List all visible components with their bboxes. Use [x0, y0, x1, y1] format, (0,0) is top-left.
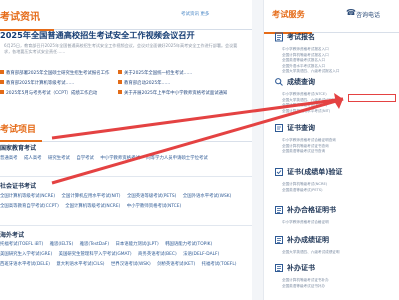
service-section: 考试服务 ☎ 咨询电话 考试报名 中小学教师资格考试报名入口 全国计算机等级考试…	[263, 0, 399, 300]
service-verification-label: 证书(成绩单)验证	[287, 168, 343, 176]
service-link[interactable]: 全国英语等级考试证书查询	[282, 149, 398, 155]
reissue-certificate-icon	[275, 206, 283, 214]
news-header: 考试资讯 考试资讯 更多	[0, 8, 252, 31]
exam-link[interactable]: 剑桥英语考试(KET)	[157, 262, 195, 267]
exam-link[interactable]: 美国研究生入学考试(GRE)	[0, 252, 52, 257]
exam-link[interactable]: 韩国语能力考试(TOPIK)	[165, 242, 212, 247]
news-item[interactable]: 关于2025年全国统一招生考试……	[118, 70, 192, 78]
consult-phone-link[interactable]: 咨询电话	[356, 10, 380, 19]
news-list: 教育部部署2025年全国硕士研究生招生考试报名工作 教育部2025年计算机等级考…	[0, 70, 252, 118]
service-link[interactable]: 全国英语等级考试(PETS)	[282, 188, 398, 194]
certificate-icon	[275, 264, 283, 272]
exam-link[interactable]: 同等学力人员申请硕士学位考试	[146, 156, 207, 161]
exam-link[interactable]: 雅思(IELTS)	[50, 242, 74, 247]
news-item[interactable]: 关于开展2025年上半年中小学教师资格考试面试通知	[118, 90, 227, 98]
service-link[interactable]: 全国英语等级考试证书补办	[282, 284, 398, 290]
exam-link[interactable]: 托福考试(TOEFL)	[202, 262, 237, 267]
certificate-icon	[275, 124, 283, 132]
exam-link[interactable]: 日本语能力测试(JLPT)	[115, 242, 158, 247]
exam-link[interactable]: 中小学教师资格考试(NTCE)	[127, 204, 182, 209]
group-separator	[0, 225, 252, 226]
service-certificate-query-label: 证书查询	[287, 124, 315, 132]
phone-icon: ☎	[346, 8, 356, 17]
service-reissue-certificate-2-label: 补办证书	[287, 264, 315, 272]
group-separator	[0, 176, 252, 177]
news-item[interactable]: 教育部2025年计算机等级考试……	[0, 80, 74, 88]
exam-link[interactable]: 托福考试(TOEFL iBT)	[0, 242, 43, 247]
service-verification-links: 全国计算机等级考试(NCRE) 全国英语等级考试(PETS)	[282, 182, 398, 193]
bullet-icon	[0, 90, 4, 94]
service-registration-label: 考试报名	[287, 33, 315, 41]
service-reissue-score-label: 补办成绩证明	[287, 236, 329, 244]
service-reissue-certificate-links: 中小学教师资格考试合格证明	[282, 220, 398, 226]
service-registration-links: 中小学教师资格考试报名入口 全国计算机等级考试报名入口 全国英语等级考试报名入口…	[282, 47, 398, 75]
exam-link[interactable]: 全国计算机等级考试(NCRE)	[0, 194, 55, 199]
group-list-national: 普通高考 成人高考 研究生考试 自学考试 中小学教师资格考试 同等学力人员申请硕…	[0, 154, 252, 164]
news-item[interactable]: 教育部启动2025年……	[118, 80, 170, 88]
exam-link[interactable]: 西班牙语水平考试(DELE)	[0, 262, 50, 267]
bullet-icon	[118, 80, 122, 84]
exam-projects-section: 考试项目 国家教育考试 普通高考 成人高考 研究生考试 自学考试 中小学教师资格…	[0, 122, 252, 300]
document-icon	[275, 32, 283, 42]
group-list-social: 全国计算机等级考试(NCRE) 全国计算机应用水平考试(NIT) 全国英语等级考…	[0, 192, 252, 212]
exam-link[interactable]: 全国高等教育自学考试(CCPT)	[0, 204, 59, 209]
verify-icon	[275, 168, 283, 176]
group-list-overseas: 托福考试(TOEFL iBT) 雅思(IELTS) 雅思(TestDaF) 日本…	[0, 240, 252, 270]
service-score-query-label: 成绩查询	[287, 78, 315, 86]
service-link[interactable]: 全国计算机应用水平考试(NIT)	[282, 109, 398, 115]
exam-link[interactable]: 全国英语等级考试(PETS)	[127, 194, 176, 199]
bullet-icon	[118, 70, 122, 74]
exam-link[interactable]: 研究生考试	[48, 156, 70, 161]
exam-link[interactable]: 意大利语水平考试(CILS)	[56, 262, 104, 267]
exam-link[interactable]: 世界汉语考试(WSK)	[111, 262, 151, 267]
exam-link[interactable]: 中小学教师资格考试	[100, 156, 140, 161]
service-title: 考试服务	[272, 9, 305, 19]
group-title-national: 国家教育考试	[0, 145, 37, 152]
exam-link[interactable]: 全国外语水平考试(WSK)	[183, 194, 232, 199]
news-title: 考试资讯	[0, 12, 40, 23]
service-link[interactable]: 全国大学英语四、六级考试成绩证明	[282, 250, 398, 256]
exam-link[interactable]: 全国计算机应用水平考试(NIT)	[62, 194, 121, 199]
exam-link[interactable]: 法语(DELF-DALF)	[183, 252, 219, 257]
exam-divider-accent	[0, 140, 42, 142]
news-summary: 6月25日，教育部召开2025年全国普通高校招生考试安全工作视频会议，会议对全面…	[4, 43, 238, 54]
news-item[interactable]: 2025年5月与考务考试（CCPT）成绩工作启动	[0, 90, 97, 98]
highlight-box	[348, 94, 396, 102]
bullet-icon	[118, 90, 122, 94]
news-section: 考试资讯 考试资讯 更多 2025年全国普通高校招生考试安全工作视频会议召开 6…	[0, 0, 252, 123]
exam-link[interactable]: 普通高考	[0, 156, 18, 161]
news-more-link[interactable]: 考试资讯 更多	[181, 11, 209, 17]
group-title-overseas: 海外考试	[0, 232, 25, 239]
service-link[interactable]: 全国大学英语四、六级考试报名入口	[282, 69, 398, 75]
news-item[interactable]: 教育部部署2025年全国硕士研究生招生考试报名工作	[0, 70, 109, 78]
service-reissue-certificate-label: 补办合格证明书	[287, 206, 336, 214]
service-certificate-query-links: 中小学教师资格考试合格证明查询 全国计算机等级考试证书查询 全国英语等级考试证书…	[282, 138, 398, 155]
exam-link[interactable]: 雅思(TestDaF)	[80, 242, 109, 247]
exam-link[interactable]: 全国计算机等级考试(NCRE)	[65, 204, 120, 209]
exam-link[interactable]: 商务英语考试(BEC)	[138, 252, 177, 257]
news-headline[interactable]: 2025年全国普通高校招生考试安全工作视频会议召开	[0, 29, 195, 41]
bullet-icon	[0, 80, 4, 84]
service-reissue-score-links: 全国大学英语四、六级考试成绩证明	[282, 250, 398, 256]
exam-link[interactable]: 自学考试	[76, 156, 94, 161]
service-link[interactable]: 中小学教师资格考试合格证明	[282, 220, 398, 226]
service-reissue-certificate-2-links: 全国计算机等级考试证书补办 全国英语等级考试证书补办	[282, 278, 398, 289]
score-proof-icon	[275, 236, 283, 244]
bullet-icon	[0, 70, 4, 74]
search-icon	[275, 78, 283, 86]
group-title-social: 社会证书考试	[0, 183, 37, 190]
exam-link[interactable]: 美国研究生管理科学入学考试(GMAT)	[59, 252, 132, 257]
exam-projects-title: 考试项目	[0, 125, 37, 135]
exam-link[interactable]: 成人高考	[24, 156, 42, 161]
service-header: 考试服务 ☎ 咨询电话	[264, 8, 399, 34]
